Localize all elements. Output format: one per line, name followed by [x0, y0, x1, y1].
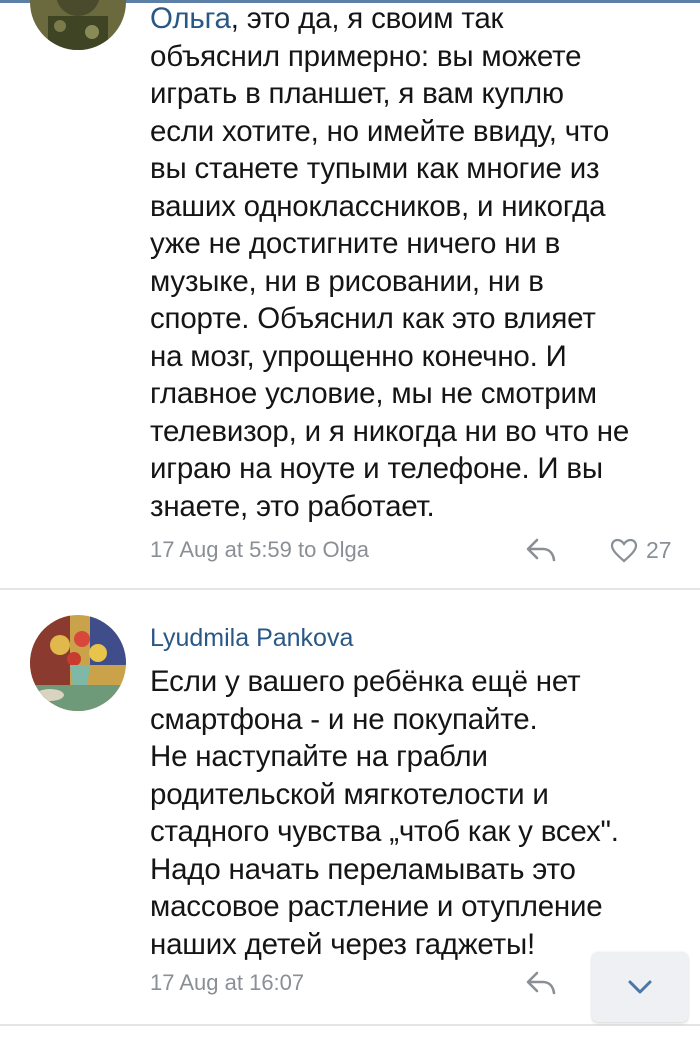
reply-icon[interactable]: [525, 970, 557, 996]
comment-text-line: ваших одноклассников, и никогда: [150, 189, 606, 223]
comment-timestamp[interactable]: 17 Aug at 5:59 to Olga: [150, 537, 369, 563]
comment-text-line: , это да, я своим так: [230, 2, 504, 35]
comment-text-line: играть в планшет, я вам куплю: [150, 77, 564, 110]
comment-text-line: спорте. Объяснил как это влияет: [150, 302, 596, 335]
comment-text-line: Если у вашего ребёнка ещё нет: [150, 665, 581, 698]
comment-text-line: уже не достигните ничего ни в: [150, 227, 561, 260]
comment-text: Если у вашего ребёнка ещё нет смартфона …: [150, 663, 685, 963]
comment-author-link[interactable]: Lyudmila Pankova: [150, 624, 353, 653]
comment-text-line: массовое растление и отупление: [150, 890, 603, 923]
chevron-down-icon: [628, 980, 652, 994]
like-button[interactable]: 27: [610, 537, 672, 564]
comment-divider: [0, 588, 700, 590]
comment-text-line: стадного чувства „чтоб как у всех".: [150, 815, 619, 848]
comment-timestamp[interactable]: 17 Aug at 16:07: [150, 970, 304, 996]
heart-icon: [610, 538, 638, 563]
comment-text-line: играю на ноуте и телефоне. И вы: [150, 452, 603, 485]
comment-text-line: на мозг, упрощенно конечно. И: [150, 339, 567, 373]
comment-text-line: родительской мягкотелости и: [150, 777, 549, 811]
comment-text-line: Надо начать переламывать это: [150, 852, 576, 886]
comment-text-line: главное условие, мы не смотрим: [150, 377, 597, 410]
comment-text-line: Не наступайте на грабли: [150, 740, 488, 773]
comment-text-line: телевизор, и я никогда ни во что не: [150, 414, 630, 448]
comment-text-line: объяснил примерно: вы можете: [150, 39, 582, 73]
scroll-down-button[interactable]: [592, 952, 688, 1022]
comment-divider: [0, 1024, 700, 1026]
comment-text: Ольга, это да, я своим так объяснил прим…: [150, 0, 685, 525]
reply-icon[interactable]: [525, 537, 557, 563]
comment-text-line: смартфона - и не покупайте.: [150, 702, 538, 736]
comment-text-line: знаете, это работает.: [150, 489, 435, 523]
comment-text-line: музыке, ни в рисовании, ни в: [150, 264, 544, 298]
comment-author-link[interactable]: Ольга: [150, 2, 231, 35]
comment-text-line: если хотите, но имейте ввиду, что: [150, 114, 610, 148]
comment-text-line: вы станете тупыми как многие из: [150, 152, 600, 185]
avatar[interactable]: [30, 615, 126, 711]
like-count: 27: [646, 537, 672, 563]
avatar[interactable]: [30, 0, 126, 50]
